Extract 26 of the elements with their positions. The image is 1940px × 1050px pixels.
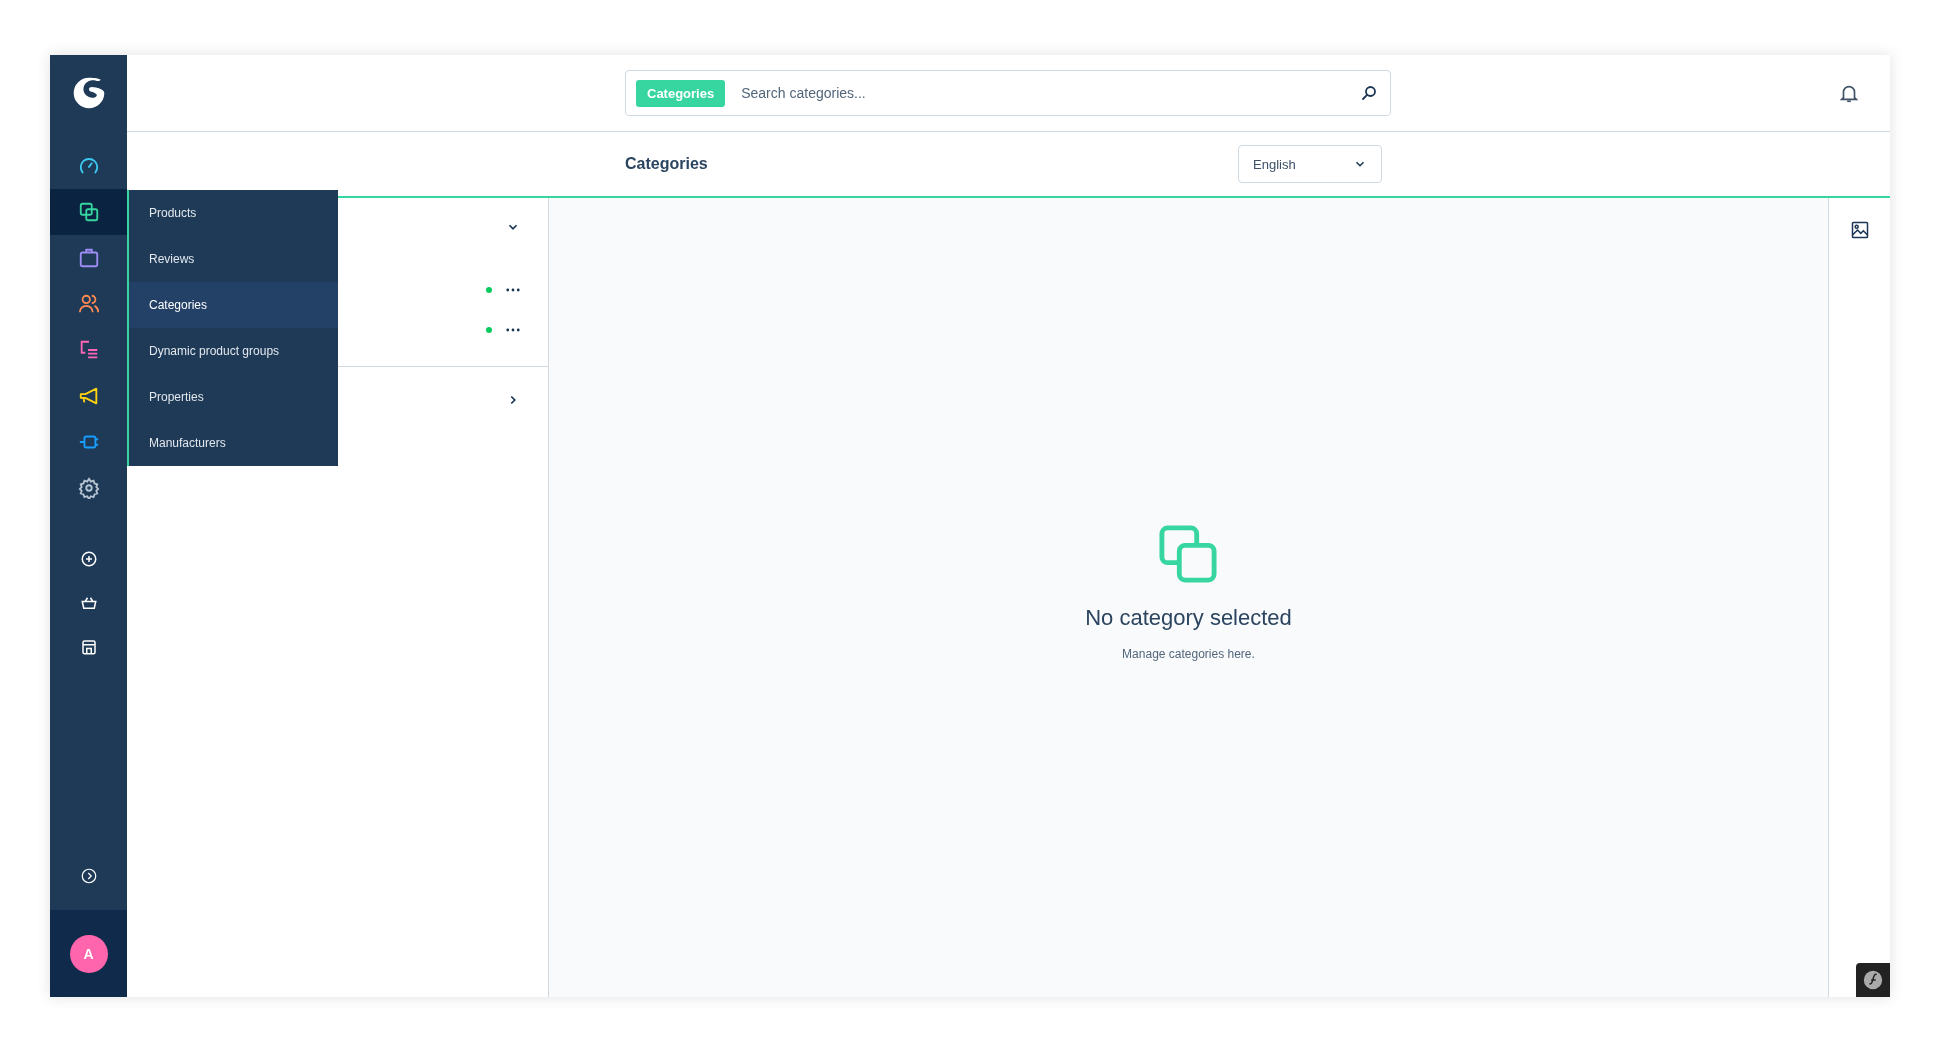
more-icon[interactable] xyxy=(506,328,520,332)
squares-icon xyxy=(1159,524,1218,583)
squares-icon xyxy=(77,201,100,223)
debug-toolbar-toggle[interactable] xyxy=(1856,963,1890,997)
users-icon xyxy=(77,293,100,315)
collapse-icon[interactable] xyxy=(79,867,98,885)
settings-icon xyxy=(77,477,100,499)
flyout-menu-item[interactable]: Reviews xyxy=(129,236,338,282)
s-f-logo-icon xyxy=(1862,969,1884,991)
flyout-menu-item[interactable]: Products xyxy=(129,190,338,236)
page-title: Categories xyxy=(625,155,708,173)
store-icon[interactable] xyxy=(79,638,98,656)
bag-icon xyxy=(77,247,100,269)
flyout-menu-item[interactable]: Properties xyxy=(129,374,338,420)
plus-circle-icon[interactable] xyxy=(79,550,98,568)
empty-state-title: No category selected xyxy=(1085,604,1292,631)
megaphone-icon xyxy=(77,385,100,407)
language-select[interactable]: English xyxy=(1238,145,1382,183)
search-icon[interactable] xyxy=(1360,84,1378,102)
nav-item[interactable] xyxy=(50,189,127,235)
flyout-menu-item[interactable]: Manufacturers xyxy=(129,420,338,466)
empty-state-text: Manage categories here. xyxy=(1122,646,1255,661)
image-icon[interactable] xyxy=(1849,220,1870,240)
flyout-menu-item[interactable]: Dynamic product groups xyxy=(129,328,338,374)
more-icon[interactable] xyxy=(506,288,520,292)
flyout-menu-item[interactable]: Categories xyxy=(129,282,338,328)
